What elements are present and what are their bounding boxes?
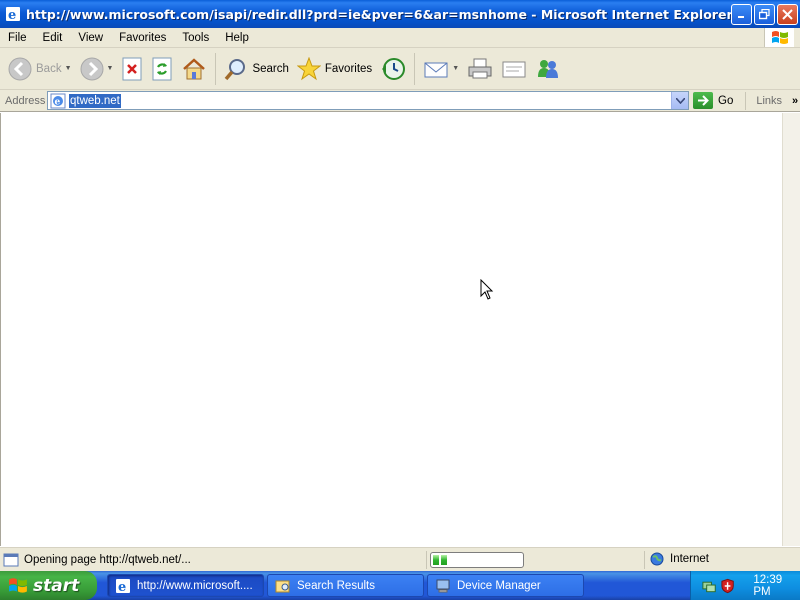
address-input[interactable]: qtweb.net — [69, 93, 121, 108]
task-label: Device Manager — [457, 579, 541, 592]
windows-logo-icon — [764, 28, 794, 47]
status-separator — [644, 551, 645, 569]
clock[interactable]: 12:39 PM — [753, 574, 800, 598]
ie-icon: e — [6, 7, 20, 22]
chevron-right-icon[interactable]: » — [792, 95, 798, 107]
edit-icon — [502, 61, 526, 77]
security-shield-icon[interactable] — [720, 578, 735, 594]
forward-arrow-icon — [80, 57, 104, 80]
printer-icon — [468, 58, 492, 78]
chevron-down-icon — [675, 97, 685, 104]
taskbar: start e http://www.microsoft.... Search … — [0, 571, 800, 600]
task-button-device-manager[interactable]: Device Manager — [427, 574, 584, 597]
forward-button[interactable]: ▼ — [76, 52, 118, 86]
ie-icon: e — [116, 578, 130, 594]
restore-icon — [759, 8, 770, 19]
folder-search-icon — [275, 580, 290, 592]
title-bar[interactable]: e http://www.microsoft.com/isapi/redir.d… — [0, 0, 800, 28]
minimize-button[interactable] — [731, 3, 752, 25]
search-icon — [225, 58, 246, 80]
task-buttons: e http://www.microsoft.... Search Result… — [107, 574, 584, 597]
home-icon — [183, 57, 206, 79]
menu-edit[interactable]: Edit — [35, 32, 71, 44]
svg-text:e: e — [55, 97, 61, 107]
toolbar: Back ▼ ▼ Search Favorites ▼ — [0, 48, 800, 90]
mouse-cursor-icon — [480, 279, 494, 300]
go-label: Go — [718, 94, 734, 107]
go-arrow-icon — [693, 92, 713, 109]
status-separator — [426, 551, 427, 569]
page-icon: e — [50, 93, 66, 108]
task-button-ie[interactable]: e http://www.microsoft.... — [107, 574, 264, 597]
network-icon[interactable] — [701, 578, 716, 594]
address-bar: Address e qtweb.net Go Links » — [0, 90, 800, 112]
close-button[interactable] — [777, 3, 798, 25]
menu-bar: File Edit View Favorites Tools Help — [0, 28, 800, 48]
menu-tools[interactable]: Tools — [174, 32, 217, 44]
page-loading-icon — [3, 553, 19, 566]
history-icon — [382, 57, 406, 80]
svg-text:e: e — [118, 580, 126, 594]
address-label: Address — [5, 94, 46, 107]
close-icon — [782, 8, 793, 20]
back-button[interactable]: Back ▼ — [4, 52, 76, 86]
stop-button[interactable] — [117, 52, 147, 86]
search-label: Search — [252, 62, 289, 75]
zone-label: Internet — [670, 553, 709, 565]
print-button[interactable] — [463, 52, 497, 86]
back-arrow-icon — [8, 57, 32, 80]
chevron-down-icon[interactable]: ▼ — [107, 65, 114, 72]
links-label[interactable]: Links — [756, 95, 782, 107]
window-title: http://www.microsoft.com/isapi/redir.dll… — [26, 6, 731, 22]
favorites-button[interactable]: Favorites — [293, 52, 376, 86]
refresh-icon — [152, 57, 172, 80]
progress-segment — [433, 555, 439, 565]
page-content[interactable] — [0, 113, 782, 546]
history-button[interactable] — [376, 52, 410, 86]
mail-button[interactable]: ▼ — [419, 52, 463, 86]
links-separator — [745, 91, 747, 110]
status-message: Opening page http://qtweb.net/... — [3, 552, 423, 568]
mail-icon — [424, 62, 448, 77]
minimize-icon — [737, 16, 744, 18]
security-zone: Internet — [650, 552, 709, 566]
windows-logo-icon — [9, 577, 27, 593]
search-button[interactable]: Search — [220, 52, 292, 86]
chevron-down-icon[interactable]: ▼ — [452, 65, 459, 72]
start-label: start — [33, 575, 80, 596]
refresh-button[interactable] — [147, 52, 177, 86]
computer-icon — [436, 579, 450, 592]
progress-bar — [430, 552, 524, 568]
task-label: Search Results — [297, 579, 375, 592]
edit-button[interactable] — [497, 52, 531, 86]
chevron-down-icon[interactable]: ▼ — [65, 65, 72, 72]
menu-favorites[interactable]: Favorites — [111, 32, 174, 44]
system-tray: 12:39 PM — [690, 571, 800, 600]
toolbar-separator — [414, 52, 416, 85]
svg-text:e: e — [8, 8, 16, 22]
favorites-label: Favorites — [324, 62, 373, 75]
start-button[interactable]: start — [0, 571, 97, 600]
stop-icon — [122, 57, 142, 80]
address-field[interactable]: e qtweb.net — [47, 91, 689, 110]
address-dropdown-button[interactable] — [671, 92, 688, 109]
vertical-scrollbar[interactable] — [782, 113, 800, 546]
menu-help[interactable]: Help — [217, 32, 257, 44]
restore-button[interactable] — [754, 3, 775, 25]
back-label: Back — [36, 62, 62, 75]
progress-segment — [441, 555, 447, 565]
menu-file[interactable]: File — [0, 32, 35, 44]
go-button[interactable]: Go — [693, 92, 733, 109]
task-button-search-results[interactable]: Search Results — [267, 574, 424, 597]
star-icon — [296, 56, 321, 80]
status-bar: Opening page http://qtweb.net/... Intern… — [0, 547, 800, 571]
status-text: Opening page http://qtweb.net/... — [24, 553, 191, 566]
globe-icon — [650, 552, 664, 566]
messenger-button[interactable] — [531, 52, 565, 86]
messenger-icon — [538, 59, 559, 78]
home-button[interactable] — [177, 52, 211, 86]
task-label: http://www.microsoft.... — [137, 579, 253, 592]
menu-view[interactable]: View — [70, 32, 111, 44]
toolbar-separator — [215, 52, 217, 85]
